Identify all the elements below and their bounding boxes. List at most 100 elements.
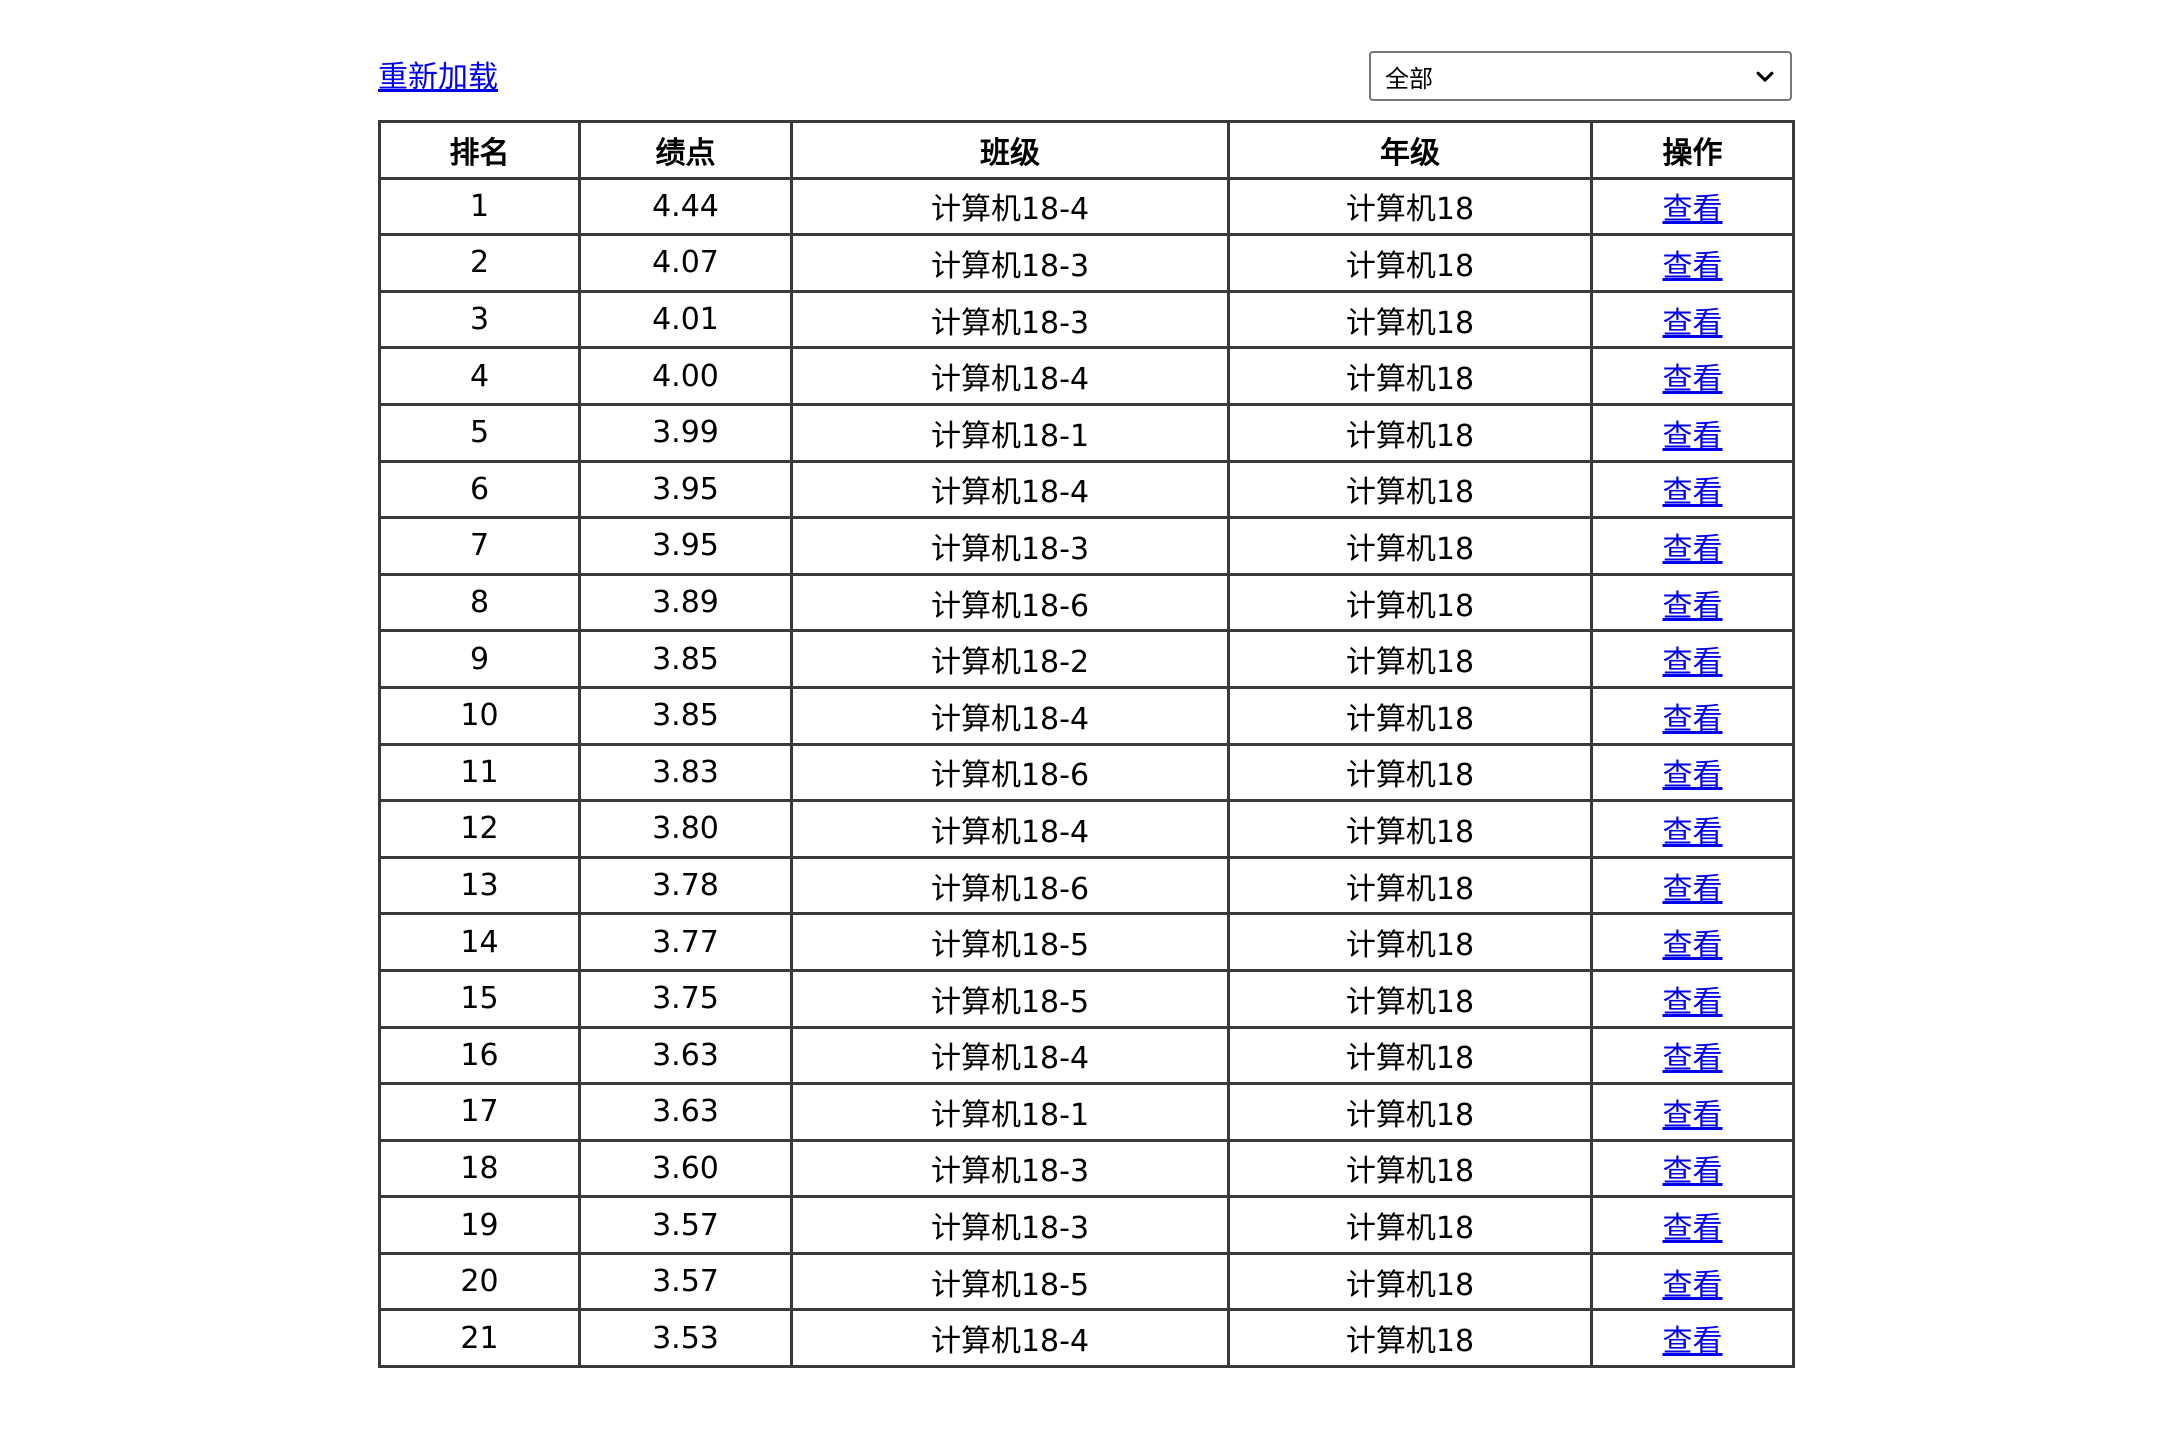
filter-selected-value: 全部 — [1385, 64, 1433, 93]
cell-class: 计算机18-3 — [790, 1195, 1230, 1255]
cell-class: 计算机18-3 — [790, 289, 1230, 350]
view-link[interactable]: 查看 — [1663, 872, 1723, 907]
cell-class: 计算机18-4 — [790, 176, 1230, 237]
cell-action: 查看 — [1590, 516, 1795, 576]
cell-grade: 计算机18 — [1227, 1025, 1593, 1086]
cell-grade: 计算机18 — [1227, 1082, 1593, 1142]
cell-gpa: 3.78 — [578, 855, 793, 916]
cell-grade: 计算机18 — [1227, 685, 1593, 746]
table-row: 2 4.07 计算机18-3 计算机18 查看 — [378, 233, 1795, 293]
table-row: 1 4.44 计算机18-4 计算机18 查看 — [378, 176, 1795, 237]
view-link[interactable]: 查看 — [1663, 985, 1723, 1020]
cell-rank: 15 — [378, 968, 581, 1029]
cell-class: 计算机18-6 — [790, 572, 1230, 633]
cell-class: 计算机18-3 — [790, 233, 1230, 293]
cell-action: 查看 — [1590, 346, 1795, 406]
cell-gpa: 3.80 — [578, 799, 793, 859]
table-row: 7 3.95 计算机18-3 计算机18 查看 — [378, 516, 1795, 576]
cell-class: 计算机18-4 — [790, 799, 1230, 859]
cell-rank: 8 — [378, 572, 581, 633]
cell-grade: 计算机18 — [1227, 572, 1593, 633]
cell-action: 查看 — [1590, 176, 1795, 237]
view-link[interactable]: 查看 — [1663, 1211, 1723, 1246]
cell-gpa: 3.63 — [578, 1025, 793, 1086]
view-link[interactable]: 查看 — [1663, 532, 1723, 567]
view-link[interactable]: 查看 — [1663, 758, 1723, 793]
header-gpa: 绩点 — [578, 120, 793, 180]
cell-rank: 5 — [378, 402, 581, 463]
table-row: 16 3.63 计算机18-4 计算机18 查看 — [378, 1025, 1795, 1086]
cell-class: 计算机18-4 — [790, 1025, 1230, 1086]
cell-rank: 7 — [378, 516, 581, 576]
cell-grade: 计算机18 — [1227, 402, 1593, 463]
cell-gpa: 4.01 — [578, 289, 793, 350]
cell-class: 计算机18-5 — [790, 1251, 1230, 1312]
view-link[interactable]: 查看 — [1663, 1324, 1723, 1359]
table-row: 8 3.89 计算机18-6 计算机18 查看 — [378, 572, 1795, 633]
cell-rank: 6 — [378, 459, 581, 520]
cell-action: 查看 — [1590, 289, 1795, 350]
view-link[interactable]: 查看 — [1663, 1268, 1723, 1303]
chevron-down-icon — [1756, 71, 1774, 82]
view-link[interactable]: 查看 — [1663, 419, 1723, 454]
view-link[interactable]: 查看 — [1663, 1041, 1723, 1076]
cell-grade: 计算机18 — [1227, 742, 1593, 803]
cell-action: 查看 — [1590, 742, 1795, 803]
class-filter-select[interactable]: 全部 — [1369, 51, 1792, 101]
view-link[interactable]: 查看 — [1663, 928, 1723, 963]
cell-action: 查看 — [1590, 459, 1795, 520]
cell-grade: 计算机18 — [1227, 1308, 1593, 1369]
table-row: 10 3.85 计算机18-4 计算机18 查看 — [378, 685, 1795, 746]
view-link[interactable]: 查看 — [1663, 475, 1723, 510]
cell-rank: 9 — [378, 629, 581, 689]
cell-rank: 4 — [378, 346, 581, 406]
cell-class: 计算机18-4 — [790, 1308, 1230, 1369]
cell-grade: 计算机18 — [1227, 1195, 1593, 1255]
cell-action: 查看 — [1590, 1308, 1795, 1369]
cell-rank: 18 — [378, 1138, 581, 1199]
cell-action: 查看 — [1590, 1251, 1795, 1312]
table-row: 11 3.83 计算机18-6 计算机18 查看 — [378, 742, 1795, 803]
view-link[interactable]: 查看 — [1663, 1154, 1723, 1189]
cell-gpa: 3.75 — [578, 968, 793, 1029]
cell-action: 查看 — [1590, 968, 1795, 1029]
cell-gpa: 3.53 — [578, 1308, 793, 1369]
cell-class: 计算机18-1 — [790, 1082, 1230, 1142]
view-link[interactable]: 查看 — [1663, 645, 1723, 680]
cell-grade: 计算机18 — [1227, 459, 1593, 520]
cell-action: 查看 — [1590, 1025, 1795, 1086]
header-action: 操作 — [1590, 120, 1795, 180]
table-row: 3 4.01 计算机18-3 计算机18 查看 — [378, 289, 1795, 350]
cell-action: 查看 — [1590, 1082, 1795, 1142]
cell-gpa: 3.95 — [578, 516, 793, 576]
view-link[interactable]: 查看 — [1663, 1098, 1723, 1133]
header-grade: 年级 — [1227, 120, 1593, 180]
cell-class: 计算机18-2 — [790, 629, 1230, 689]
cell-grade: 计算机18 — [1227, 629, 1593, 689]
view-link[interactable]: 查看 — [1663, 249, 1723, 284]
view-link[interactable]: 查看 — [1663, 815, 1723, 850]
cell-rank: 12 — [378, 799, 581, 859]
cell-action: 查看 — [1590, 629, 1795, 689]
view-link[interactable]: 查看 — [1663, 589, 1723, 624]
cell-class: 计算机18-1 — [790, 402, 1230, 463]
cell-grade: 计算机18 — [1227, 1251, 1593, 1312]
cell-gpa: 3.57 — [578, 1251, 793, 1312]
view-link[interactable]: 查看 — [1663, 306, 1723, 341]
cell-action: 查看 — [1590, 1138, 1795, 1199]
cell-gpa: 4.07 — [578, 233, 793, 293]
reload-link[interactable]: 重新加载 — [378, 52, 498, 96]
cell-rank: 17 — [378, 1082, 581, 1142]
view-link[interactable]: 查看 — [1663, 702, 1723, 737]
cell-class: 计算机18-5 — [790, 912, 1230, 972]
cell-gpa: 4.00 — [578, 346, 793, 406]
view-link[interactable]: 查看 — [1663, 192, 1723, 227]
cell-gpa: 3.60 — [578, 1138, 793, 1199]
view-link[interactable]: 查看 — [1663, 362, 1723, 397]
cell-gpa: 3.57 — [578, 1195, 793, 1255]
table-row: 15 3.75 计算机18-5 计算机18 查看 — [378, 968, 1795, 1029]
cell-class: 计算机18-4 — [790, 346, 1230, 406]
cell-grade: 计算机18 — [1227, 233, 1593, 293]
cell-rank: 20 — [378, 1251, 581, 1312]
cell-class: 计算机18-3 — [790, 516, 1230, 576]
